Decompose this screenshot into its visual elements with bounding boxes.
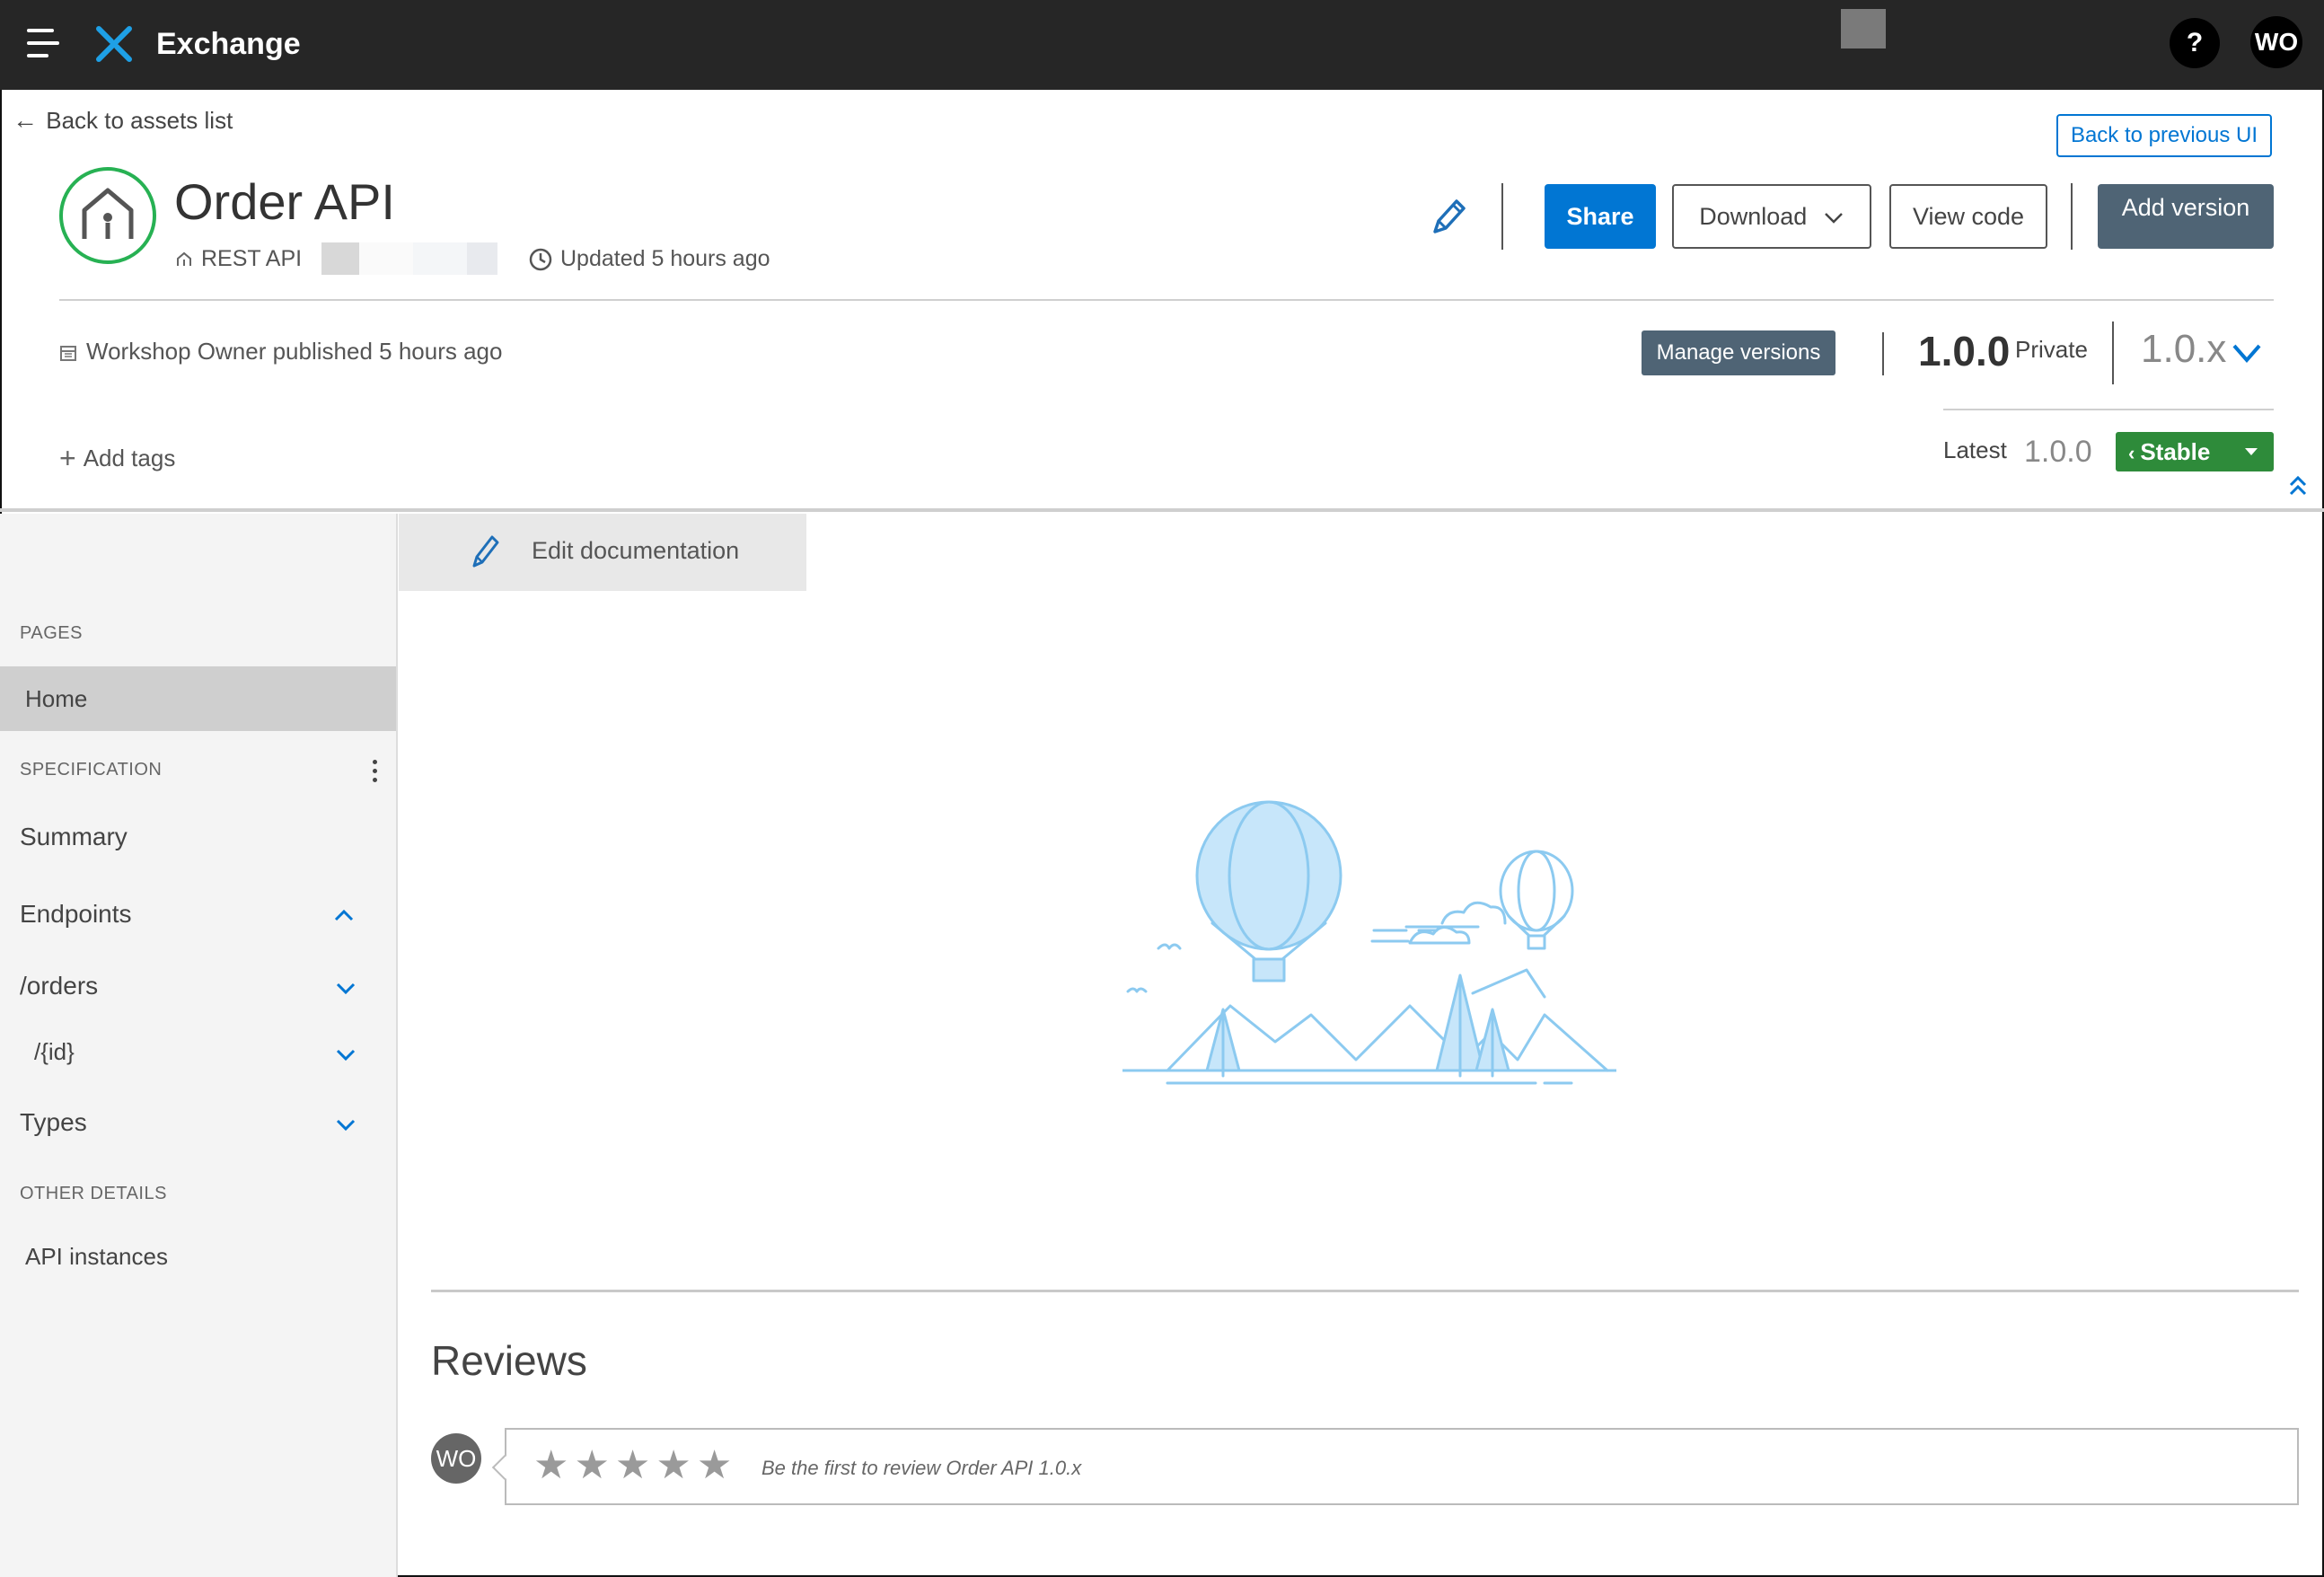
star-rating[interactable]: ★ ★ ★ ★ ★	[533, 1446, 737, 1485]
pencil-icon	[472, 535, 499, 568]
clock-icon	[529, 249, 552, 271]
top-navigation-bar: Exchange ? WO	[0, 0, 2324, 90]
star-icon[interactable]: ★	[615, 1446, 650, 1485]
placeholder-block	[1841, 9, 1886, 48]
menu-icon[interactable]	[27, 29, 59, 59]
chevron-down-icon	[336, 1049, 356, 1062]
asset-title: Order API	[174, 173, 395, 230]
other-details-section-heading: OTHER DETAILS	[20, 1184, 167, 1203]
published-label: Workshop Owner published 5 hours ago	[86, 338, 503, 365]
sidebar-item-summary[interactable]: Summary	[0, 823, 396, 851]
help-button[interactable]: ?	[2170, 18, 2220, 68]
more-options-icon[interactable]	[372, 760, 379, 787]
pages-section-heading: PAGES	[20, 623, 83, 643]
download-button[interactable]: Download	[1672, 184, 1871, 249]
edit-documentation-label: Edit documentation	[532, 537, 740, 564]
back-to-assets-label: Back to assets list	[46, 107, 233, 134]
plus-icon: +	[59, 442, 76, 474]
asset-type-label: REST API	[201, 246, 303, 271]
reviews-heading: Reviews	[431, 1337, 587, 1384]
edit-pencil-icon[interactable]	[1428, 194, 1467, 237]
endpoints-label: Endpoints	[20, 900, 132, 928]
add-tags-label: Add tags	[83, 445, 176, 471]
stability-label: Stable	[2140, 438, 2211, 465]
version-divider	[1943, 409, 2274, 410]
header-divider	[59, 299, 2274, 301]
redacted-info	[321, 242, 497, 275]
sidebar: PAGES Home SPECIFICATION Summary Endpoin…	[0, 514, 398, 1577]
version-selector[interactable]: 1.0.x	[2141, 327, 2226, 372]
hot-air-balloon-illustration	[1122, 800, 1616, 1085]
sidebar-item-endpoints[interactable]: Endpoints	[0, 900, 396, 929]
download-label: Download	[1699, 203, 1808, 230]
id-label: /{id}	[34, 1038, 75, 1065]
back-to-previous-ui-button[interactable]: Back to previous UI	[2056, 114, 2272, 157]
user-avatar[interactable]: WO	[2250, 16, 2302, 68]
asset-type: REST API	[174, 242, 302, 275]
add-version-button[interactable]: Add version	[2098, 184, 2274, 249]
stability-dropdown[interactable]: ‹ Stable	[2116, 432, 2274, 471]
orders-label: /orders	[20, 972, 99, 1000]
chevron-down-icon	[336, 982, 356, 995]
sidebar-item-api-instances[interactable]: API instances	[0, 1243, 396, 1271]
caret-down-icon	[2245, 448, 2258, 455]
rest-api-icon	[59, 167, 156, 264]
divider	[1501, 183, 1503, 250]
review-prompt: Be the first to review Order API 1.0.x	[761, 1457, 1082, 1479]
collapse-header-icon[interactable]	[2288, 474, 2308, 498]
api-type-icon	[177, 252, 191, 267]
reviews-divider	[431, 1290, 2299, 1292]
review-input-box[interactable]: ★ ★ ★ ★ ★ Be the first to review Order API 1…	[491, 1428, 2299, 1505]
current-version: 1.0.0	[1918, 328, 2011, 374]
chevron-down-icon	[336, 1119, 356, 1132]
divider	[1882, 332, 1884, 375]
updated-label: Updated 5 hours ago	[560, 246, 770, 271]
edit-documentation-button[interactable]: Edit documentation	[399, 514, 806, 591]
stable-lifecycle-icon: ‹	[2128, 442, 2135, 464]
arrow-left-icon: ←	[13, 106, 38, 134]
sidebar-item-orders[interactable]: /orders	[0, 972, 396, 1000]
back-to-assets-link[interactable]: ← Back to assets list	[13, 106, 233, 135]
divider	[2071, 183, 2073, 250]
version-chevron-down-icon[interactable]	[2231, 341, 2263, 365]
published-info: Workshop Owner published 5 hours ago	[59, 336, 502, 366]
reviewer-avatar: WO	[431, 1433, 481, 1484]
star-icon[interactable]: ★	[533, 1446, 568, 1485]
latest-version: 1.0.0	[2024, 435, 2092, 469]
specification-section-heading: SPECIFICATION	[20, 760, 163, 780]
sidebar-item-home[interactable]: Home	[0, 666, 396, 731]
calendar-icon	[60, 346, 76, 362]
section-divider	[0, 508, 2324, 512]
star-icon[interactable]: ★	[697, 1446, 732, 1485]
chevron-down-icon	[1824, 212, 1843, 224]
manage-versions-button[interactable]: Manage versions	[1642, 330, 1835, 375]
visibility-label: Private	[2015, 336, 2088, 363]
sidebar-item-types[interactable]: Types	[0, 1108, 396, 1137]
types-label: Types	[20, 1108, 87, 1136]
star-icon[interactable]: ★	[574, 1446, 609, 1485]
app-brand: Exchange	[156, 27, 301, 61]
star-icon[interactable]: ★	[656, 1446, 691, 1485]
view-code-button[interactable]: View code	[1889, 184, 2047, 249]
add-tags-button[interactable]: + Add tags	[59, 442, 175, 475]
divider	[2112, 322, 2114, 384]
sidebar-item-id[interactable]: /{id}	[0, 1038, 396, 1066]
share-button[interactable]: Share	[1545, 184, 1656, 249]
updated-info: Updated 5 hours ago	[528, 242, 770, 275]
chevron-up-icon	[334, 909, 354, 921]
exchange-logo-icon	[96, 26, 132, 62]
latest-label: Latest	[1943, 436, 2007, 463]
